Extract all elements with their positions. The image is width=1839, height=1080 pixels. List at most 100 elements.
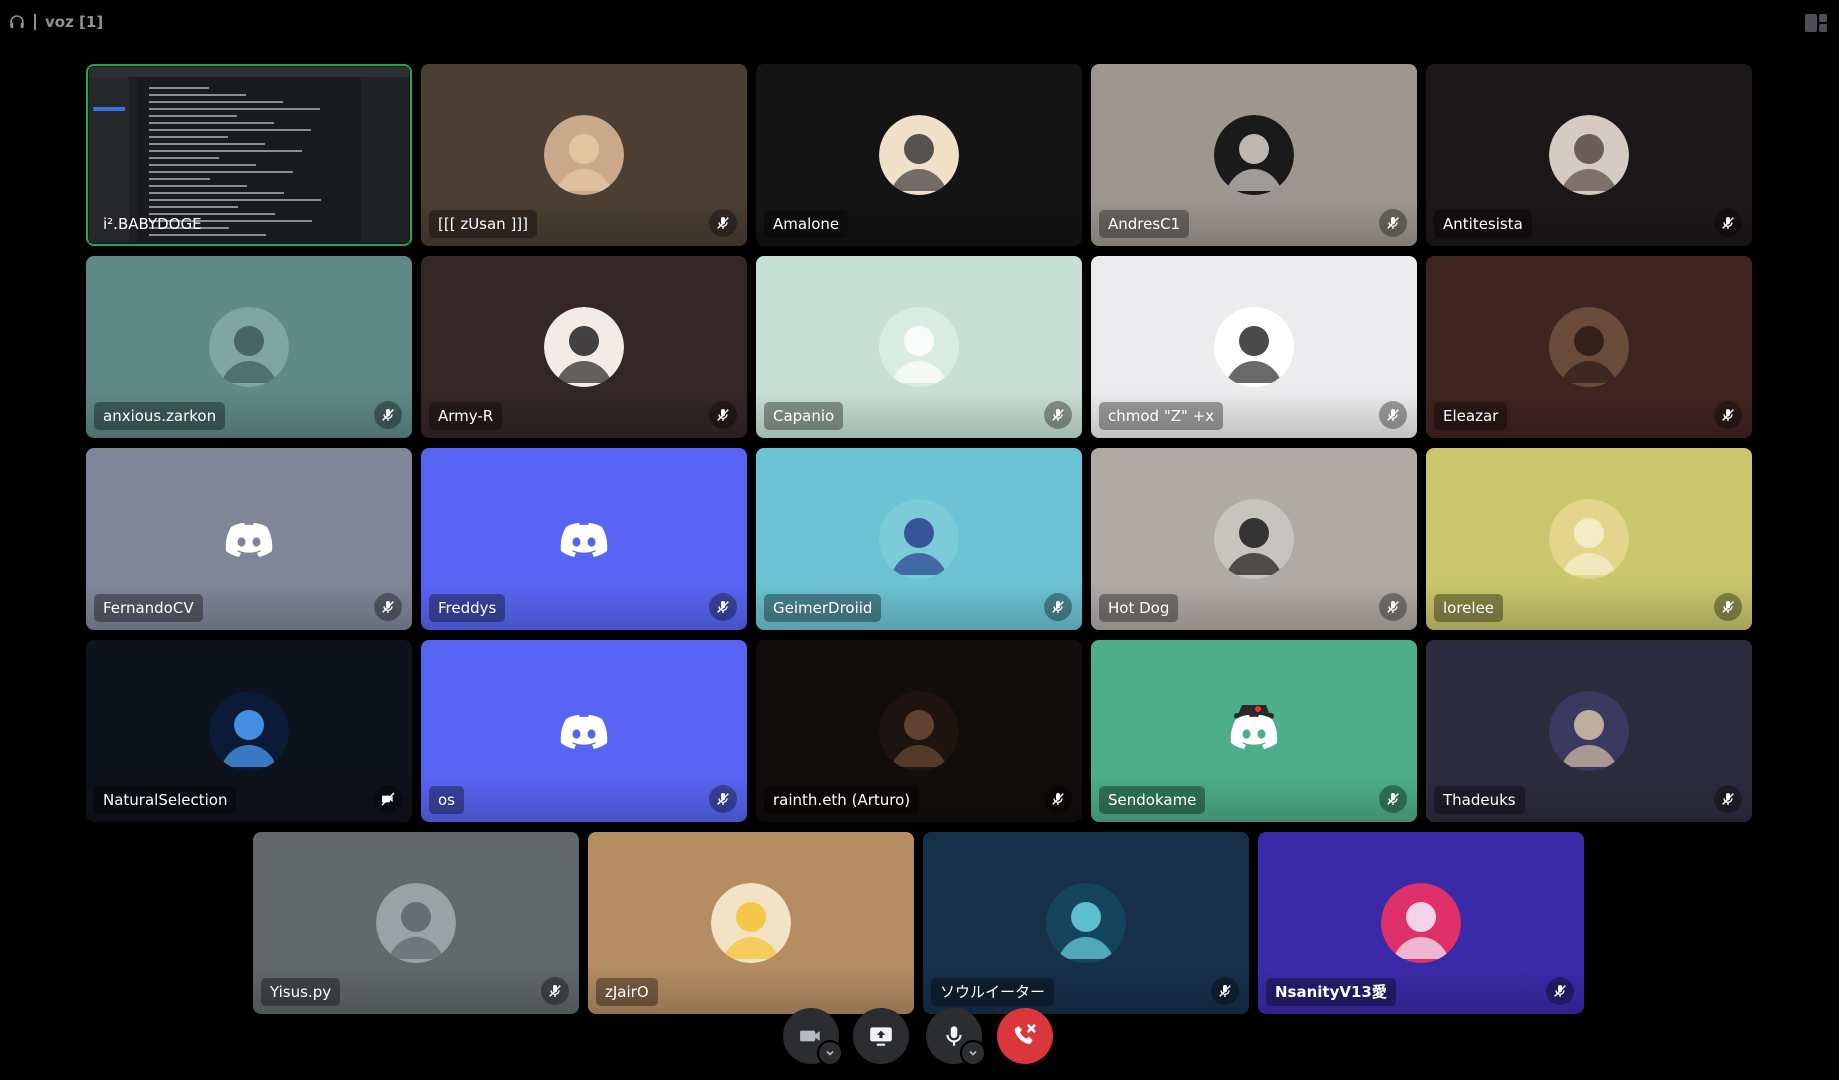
screen-share-button[interactable] xyxy=(853,1008,909,1064)
muted-mic-icon xyxy=(709,593,737,621)
muted-mic-icon xyxy=(1714,209,1742,237)
discord-logo-icon xyxy=(544,691,624,771)
participant-tile[interactable]: Antitesista xyxy=(1426,64,1752,246)
muted-mic-icon xyxy=(709,785,737,813)
participant-tile[interactable]: ソウルイーター xyxy=(923,832,1249,1014)
avatar xyxy=(1549,115,1629,195)
avatar xyxy=(879,499,959,579)
participant-tile[interactable]: Hot Dog xyxy=(1091,448,1417,630)
participant-tile[interactable]: Freddys xyxy=(421,448,747,630)
muted-mic-icon xyxy=(709,209,737,237)
avatar xyxy=(1549,307,1629,387)
discord-logo-icon xyxy=(544,499,624,579)
participant-tile[interactable]: Sendokame xyxy=(1091,640,1417,822)
avatar xyxy=(209,307,289,387)
participant-grid: i².BABYDOGE [[[ zUsan ]]] Amalone AndresC1 A… xyxy=(0,0,1839,1080)
participant-tile[interactable]: os xyxy=(421,640,747,822)
disconnect-button[interactable] xyxy=(997,1008,1053,1064)
participant-tile[interactable]: Amalone xyxy=(756,64,1082,246)
participant-tile[interactable]: Thadeuks xyxy=(1426,640,1752,822)
participant-tile[interactable]: zJairO xyxy=(588,832,914,1014)
participant-tile[interactable]: GeimerDroiid xyxy=(756,448,1082,630)
participant-tile[interactable]: Eleazar xyxy=(1426,256,1752,438)
muted-mic-icon xyxy=(374,593,402,621)
muted-mic-icon xyxy=(1379,785,1407,813)
participant-name: os xyxy=(429,786,464,814)
participant-name: anxious.zarkon xyxy=(94,402,226,430)
participant-tile[interactable]: chmod "Z" +x xyxy=(1091,256,1417,438)
participant-name: [[[ zUsan ]]] xyxy=(429,210,538,238)
participant-tile[interactable]: NsanityV13愛 xyxy=(1258,832,1584,1014)
participant-name: zJairO xyxy=(596,978,658,1006)
avatar xyxy=(1214,115,1294,195)
hang-up-icon xyxy=(1014,1024,1036,1045)
participant-tile[interactable]: [[[ zUsan ]]] xyxy=(421,64,747,246)
muted-mic-icon xyxy=(541,977,569,1005)
avatar xyxy=(879,307,959,387)
microphone-options-button[interactable] xyxy=(960,1040,986,1066)
avatar xyxy=(1381,883,1461,963)
avatar xyxy=(1549,691,1629,771)
avatar xyxy=(1214,499,1294,579)
avatar xyxy=(1214,307,1294,387)
participant-tile[interactable]: Yisus.py xyxy=(253,832,579,1014)
avatar xyxy=(544,115,624,195)
participant-name: AndresC1 xyxy=(1099,210,1190,238)
participant-name: NaturalSelection xyxy=(94,786,237,814)
participant-name: Army-R xyxy=(429,402,503,430)
participant-tile[interactable]: Capanio xyxy=(756,256,1082,438)
discord-logo-icon xyxy=(209,499,289,579)
participant-tile[interactable]: lorelee xyxy=(1426,448,1752,630)
muted-mic-icon xyxy=(1044,593,1072,621)
participant-name: NsanityV13愛 xyxy=(1266,978,1396,1006)
participant-tile[interactable]: NaturalSelection xyxy=(86,640,412,822)
participant-name: Amalone xyxy=(764,210,849,238)
muted-mic-icon xyxy=(1714,401,1742,429)
muted-mic-icon xyxy=(1211,977,1239,1005)
muted-mic-icon xyxy=(1379,209,1407,237)
muted-mic-icon xyxy=(709,401,737,429)
participant-tile[interactable]: rainth.eth (Arturo) xyxy=(756,640,1082,822)
participant-tile[interactable]: i².BABYDOGE xyxy=(86,64,412,246)
muted-mic-icon xyxy=(1044,785,1072,813)
participant-name: lorelee xyxy=(1434,594,1504,622)
participant-name: Sendokame xyxy=(1099,786,1206,814)
tile-shade xyxy=(421,774,747,822)
muted-mic-icon xyxy=(1044,401,1072,429)
muted-mic-icon xyxy=(1379,401,1407,429)
participant-name: GeimerDroiid xyxy=(764,594,882,622)
avatar xyxy=(209,691,289,771)
participant-name: FernandoCV xyxy=(94,594,203,622)
participant-name: chmod "Z" +x xyxy=(1099,402,1224,430)
avatar xyxy=(544,307,624,387)
screen-share-icon xyxy=(870,1027,892,1046)
participant-tile[interactable]: AndresC1 xyxy=(1091,64,1417,246)
participant-name: rainth.eth (Arturo) xyxy=(764,786,920,814)
muted-mic-icon xyxy=(1379,593,1407,621)
avatar xyxy=(711,883,791,963)
muted-mic-icon xyxy=(1714,785,1742,813)
camera-options-button[interactable] xyxy=(817,1040,843,1066)
avatar xyxy=(879,691,959,771)
avatar xyxy=(1046,883,1126,963)
participant-tile[interactable]: Army-R xyxy=(421,256,747,438)
participant-name: ソウルイーター xyxy=(931,978,1055,1006)
participant-name: Thadeuks xyxy=(1434,786,1525,814)
muted-mic-icon xyxy=(374,401,402,429)
avatar xyxy=(376,883,456,963)
avatar xyxy=(879,115,959,195)
microphone-button[interactable] xyxy=(926,1008,986,1066)
participant-tile[interactable]: anxious.zarkon xyxy=(86,256,412,438)
muted-mic-icon xyxy=(1714,593,1742,621)
participant-name: Yisus.py xyxy=(261,978,341,1006)
participant-name: i².BABYDOGE xyxy=(103,215,202,233)
discord-logo-icon xyxy=(1214,691,1294,771)
participant-name: Eleazar xyxy=(1434,402,1508,430)
participant-name: Freddys xyxy=(429,594,506,622)
chevron-down-icon xyxy=(969,1050,977,1056)
participant-name: Hot Dog xyxy=(1099,594,1179,622)
video-off-icon xyxy=(374,785,402,813)
participant-tile[interactable]: FernandoCV xyxy=(86,448,412,630)
camera-button[interactable] xyxy=(783,1008,843,1066)
participant-name: Antitesista xyxy=(1434,210,1532,238)
